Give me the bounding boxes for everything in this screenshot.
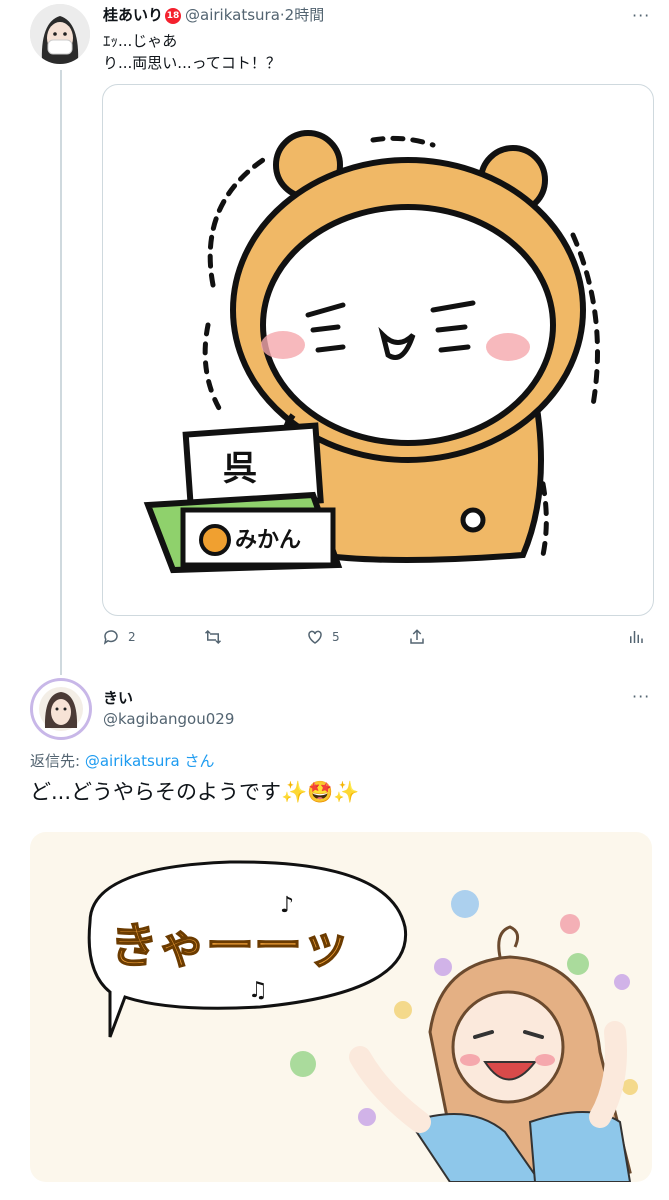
reply-prefix: 返信先: xyxy=(30,752,85,770)
tweet-header: 桂あいり 18 @airikatsura·2時間 xyxy=(103,4,324,25)
like-button[interactable]: 5 xyxy=(306,625,340,649)
tweet-text-line: り...両思い...ってコト！？ xyxy=(103,54,281,72)
tweet-image[interactable]: 呉 みかん xyxy=(102,84,654,616)
age-badge-icon: 18 xyxy=(165,8,182,24)
timestamp[interactable]: 2時間 xyxy=(285,6,325,24)
tweet-image[interactable]: きゃーーッ ♪ ♫ xyxy=(30,832,652,1182)
retweet-button[interactable] xyxy=(204,625,230,649)
thread-line xyxy=(60,70,62,675)
more-options-icon[interactable]: ··· xyxy=(632,6,650,25)
share-icon xyxy=(410,629,424,644)
analytics-button[interactable] xyxy=(627,625,653,649)
author-avatar[interactable] xyxy=(30,4,90,64)
tweet-text: ど...どうやらそのようです✨🤩✨ xyxy=(30,780,360,804)
girl-illustration xyxy=(349,925,632,1182)
tweet-text: ｴｯ...じゃあ り...両思い...ってコト！？ xyxy=(103,30,281,74)
reply-icon xyxy=(103,630,118,645)
music-note-icon: ♪ xyxy=(280,893,294,918)
sign-text: 呉 xyxy=(223,449,257,489)
retweet-icon xyxy=(204,629,222,645)
heart-icon xyxy=(308,630,322,644)
reply-count: 2 xyxy=(128,630,136,644)
more-options-icon[interactable]: ··· xyxy=(632,687,650,706)
display-name[interactable]: 桂あいり xyxy=(103,6,163,24)
reply-to-link[interactable]: @airikatsura xyxy=(85,752,180,770)
music-note-icon: ♫ xyxy=(248,978,268,1003)
display-name[interactable]: きい xyxy=(103,687,133,708)
speech-bubble: きゃーーッ ♪ ♫ xyxy=(87,860,408,1038)
reply-to: 返信先: @airikatsura さん xyxy=(30,750,214,771)
mikan-box: みかん xyxy=(143,491,343,574)
user-handle[interactable]: @airikatsura xyxy=(185,6,280,24)
box-label: みかん xyxy=(235,528,301,553)
like-count: 5 xyxy=(332,630,340,644)
reply-button[interactable]: 2 xyxy=(102,625,136,649)
user-handle[interactable]: @kagibangou029 xyxy=(103,710,234,728)
tweet-actions: 2 5 xyxy=(102,625,647,649)
bubble-text: きゃーーッ xyxy=(110,918,350,974)
author-avatar[interactable] xyxy=(30,678,92,740)
tweet-text-line: ｴｯ...じゃあ xyxy=(103,32,178,50)
analytics-icon xyxy=(630,631,643,643)
reply-suffix: さん xyxy=(179,752,215,770)
share-button[interactable] xyxy=(408,625,434,649)
